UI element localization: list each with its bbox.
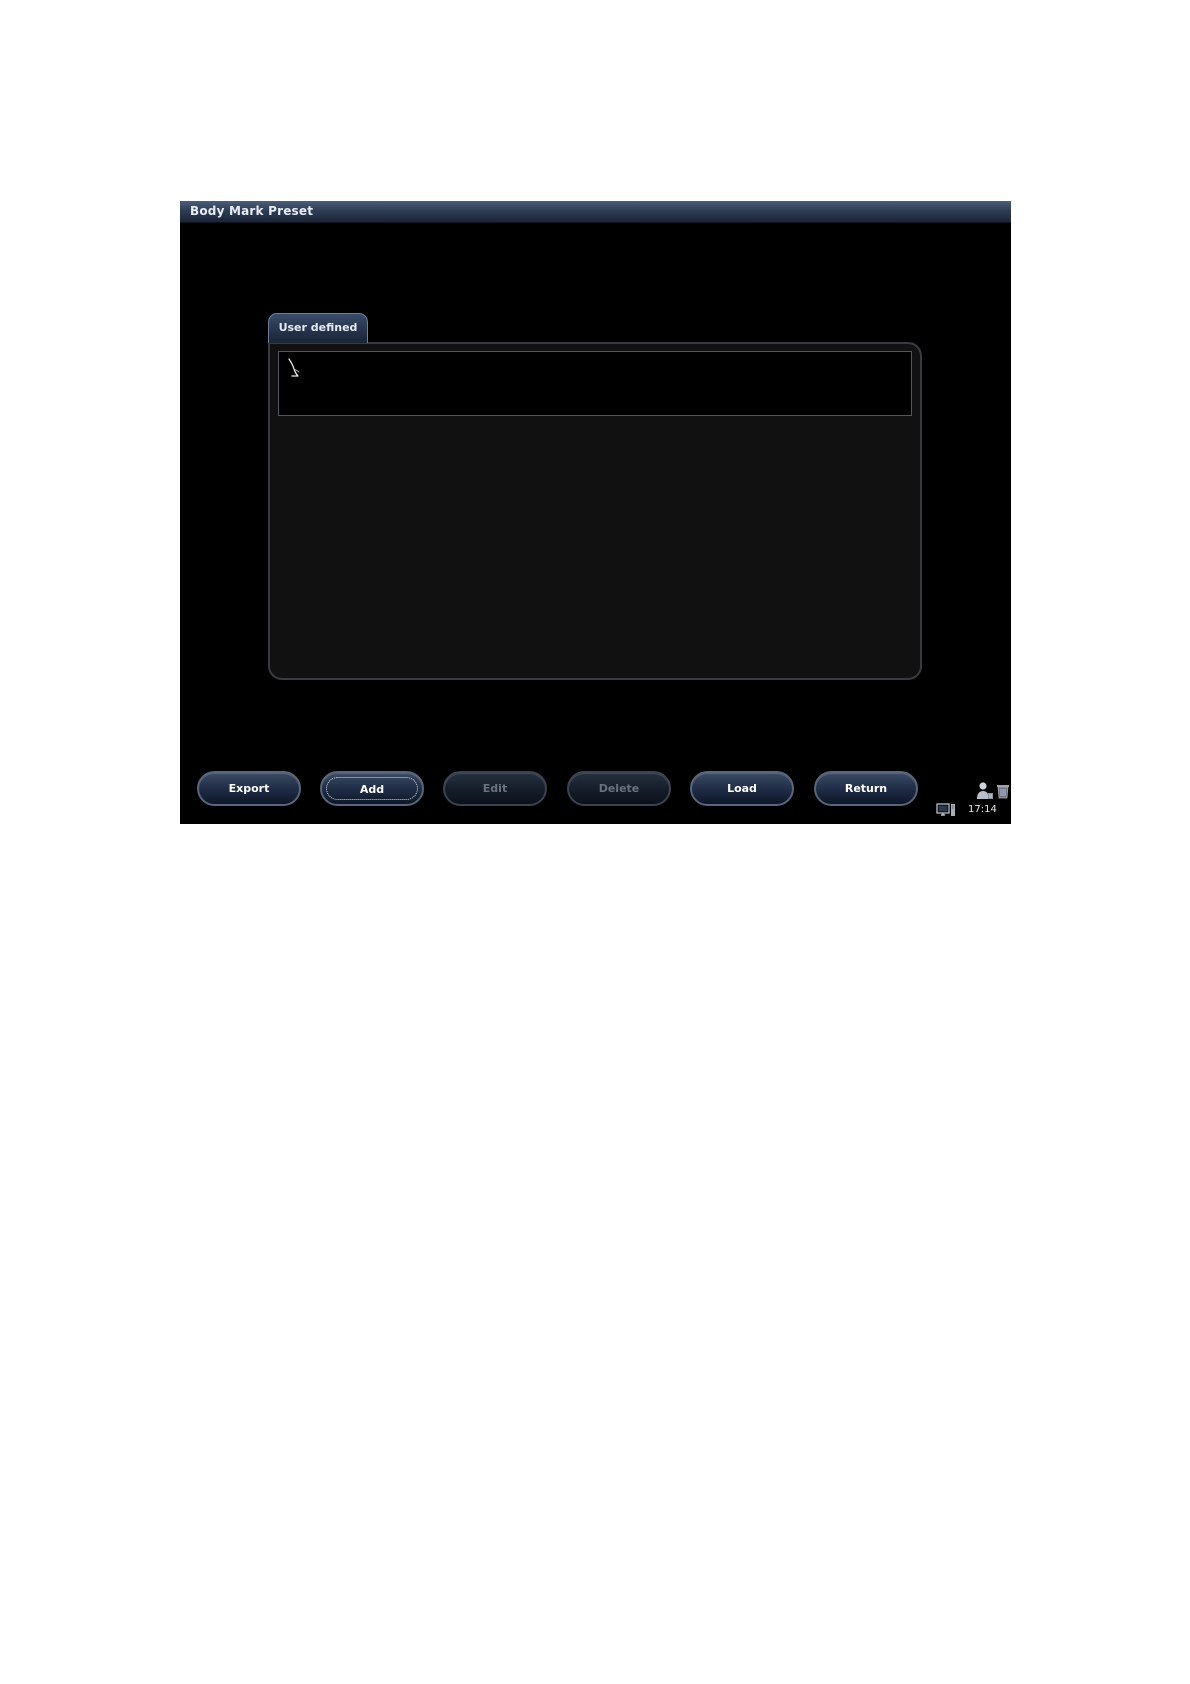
tab-label: User defined xyxy=(278,321,358,334)
load-button-label: Load xyxy=(727,782,757,795)
export-button-label: Export xyxy=(228,782,270,795)
edit-button[interactable]: Edit xyxy=(443,771,547,806)
delete-button-label: Delete xyxy=(598,782,640,795)
return-button[interactable]: Return xyxy=(814,771,918,806)
add-button[interactable]: Add xyxy=(320,771,424,806)
computer-icon[interactable] xyxy=(936,802,956,818)
export-button[interactable]: Export xyxy=(197,771,301,806)
recycle-bin-icon[interactable] xyxy=(996,784,1010,799)
delete-button[interactable]: Delete xyxy=(567,771,671,806)
body-mark-list[interactable] xyxy=(278,351,912,416)
body-mark-preset-screen: Body Mark Preset User defined Export Add… xyxy=(180,201,1011,824)
tab-user-defined[interactable]: User defined xyxy=(268,313,368,343)
add-button-label: Add xyxy=(326,777,418,800)
body-mark-icon xyxy=(288,358,300,377)
status-area xyxy=(935,781,1010,821)
user-icon[interactable] xyxy=(976,781,994,801)
tab-panel xyxy=(268,342,922,680)
body-mark-item[interactable] xyxy=(285,356,309,384)
load-button[interactable]: Load xyxy=(690,771,794,806)
edit-button-label: Edit xyxy=(482,782,508,795)
title-bar: Body Mark Preset xyxy=(180,201,1011,223)
window-title: Body Mark Preset xyxy=(190,204,314,218)
clock: 17:14 xyxy=(968,804,997,815)
return-button-label: Return xyxy=(844,782,888,795)
